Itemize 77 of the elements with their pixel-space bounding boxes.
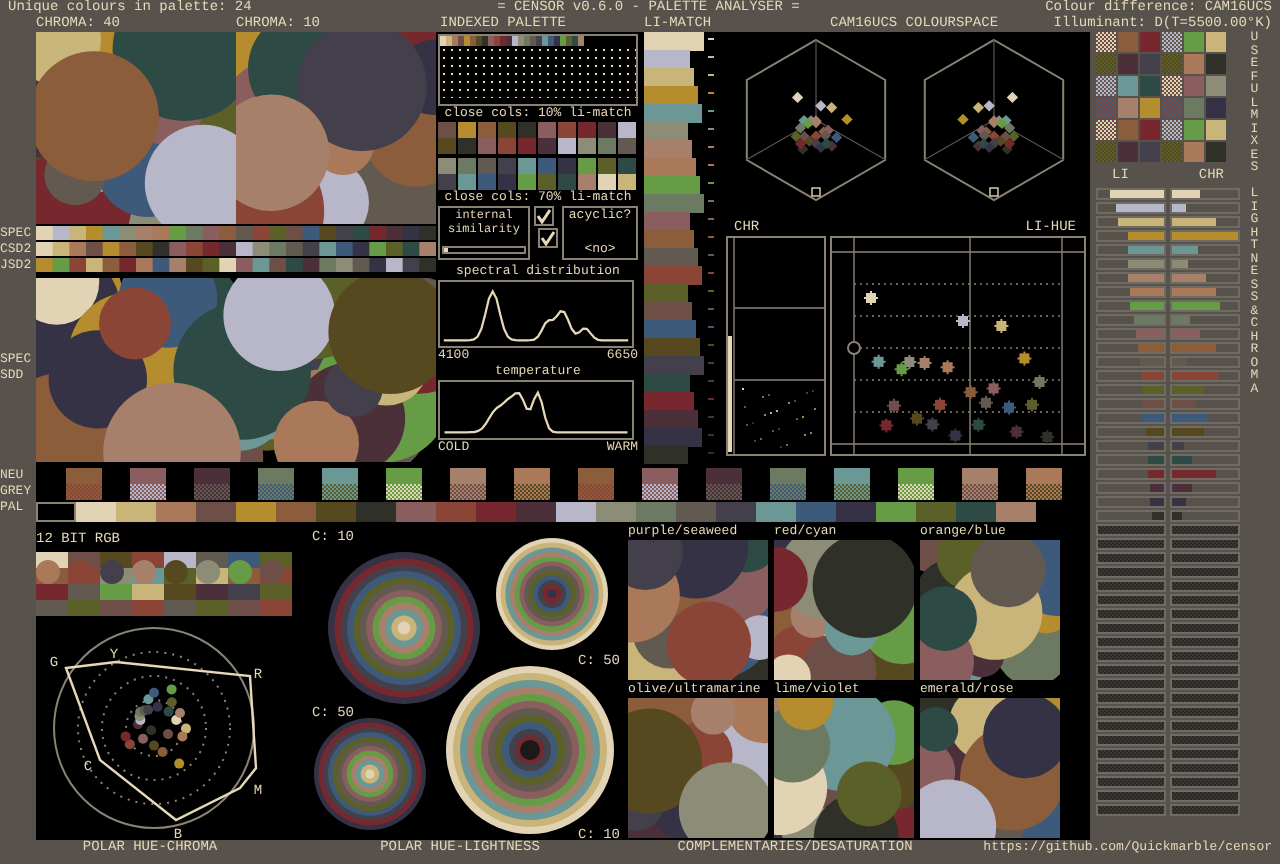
colour-swatch: [258, 468, 294, 484]
dithered-swatch: [770, 484, 806, 500]
mix-swatch: [1184, 142, 1204, 162]
dithered-swatch: [962, 484, 998, 500]
colour-swatch: [66, 468, 102, 484]
dithered-swatch: [834, 484, 870, 500]
colour-swatch: [642, 468, 678, 484]
dithered-swatch: [706, 484, 742, 500]
voronoi-map: [774, 540, 914, 680]
mix-swatch: [1162, 76, 1182, 96]
dithered-swatch: [514, 484, 550, 500]
mix-swatch: [1184, 76, 1204, 96]
mix-swatch: [1162, 142, 1182, 162]
colour-swatch: [130, 468, 166, 484]
colour-swatch: [770, 468, 806, 484]
mix-swatch: [1140, 120, 1160, 140]
mix-swatch: [1096, 32, 1116, 52]
mix-swatch: [1140, 54, 1160, 74]
mix-swatch: [1206, 76, 1226, 96]
voronoi-map: [920, 540, 1060, 680]
mix-swatch: [1162, 120, 1182, 140]
colour-swatch: [514, 468, 550, 484]
colour-swatch: [834, 468, 870, 484]
colour-swatch: [706, 468, 742, 484]
dithered-swatch: [898, 484, 934, 500]
colour-swatch: [898, 468, 934, 484]
mix-swatch: [1096, 54, 1116, 74]
dithered-swatch: [450, 484, 486, 500]
dithered-swatch: [1026, 484, 1062, 500]
mix-swatch: [1206, 142, 1226, 162]
mix-swatch: [1140, 32, 1160, 52]
mix-swatch: [1184, 54, 1204, 74]
colour-disc: [496, 538, 608, 650]
mix-swatch: [1162, 32, 1182, 52]
dithered-swatch: [386, 484, 422, 500]
mix-swatch: [1118, 54, 1138, 74]
colour-swatch: [322, 468, 358, 484]
mix-swatch: [1184, 98, 1204, 118]
colour-swatch: [578, 468, 614, 484]
mix-swatch: [1140, 98, 1160, 118]
colour-swatch: [962, 468, 998, 484]
colour-swatch: [194, 468, 230, 484]
mix-swatch: [1140, 76, 1160, 96]
mix-swatch: [1206, 98, 1226, 118]
mix-swatch: [1118, 98, 1138, 118]
voronoi-map: [628, 540, 768, 680]
colour-swatch: [1026, 468, 1062, 484]
colour-swatch: [386, 468, 422, 484]
checkbox[interactable]: [534, 206, 554, 226]
mix-swatch: [1162, 54, 1182, 74]
dithered-swatch: [642, 484, 678, 500]
dithered-swatch: [258, 484, 294, 500]
mix-swatch: [1118, 32, 1138, 52]
checkbox[interactable]: [538, 228, 558, 248]
mix-swatch: [1118, 76, 1138, 96]
mix-swatch: [1118, 120, 1138, 140]
dithered-swatch: [322, 484, 358, 500]
mix-swatch: [1096, 120, 1116, 140]
colour-swatch: [450, 468, 486, 484]
mix-swatch: [1184, 120, 1204, 140]
dithered-swatch: [194, 484, 230, 500]
dithered-swatch: [66, 484, 102, 500]
mix-swatch: [1162, 98, 1182, 118]
mix-swatch: [1140, 142, 1160, 162]
mix-swatch: [1184, 32, 1204, 52]
mix-swatch: [1206, 54, 1226, 74]
mix-swatch: [1096, 76, 1116, 96]
colour-dot-cluster: [120, 684, 191, 769]
dithered-swatch: [578, 484, 614, 500]
mix-swatch: [1096, 98, 1116, 118]
similarity-slider[interactable]: [442, 246, 526, 254]
mix-swatch: [1206, 120, 1226, 140]
colour-disc: [314, 718, 426, 830]
mix-swatch: [1096, 142, 1116, 162]
mix-swatch: [1206, 32, 1226, 52]
dithered-swatch: [130, 484, 166, 500]
mix-swatch: [1118, 142, 1138, 162]
